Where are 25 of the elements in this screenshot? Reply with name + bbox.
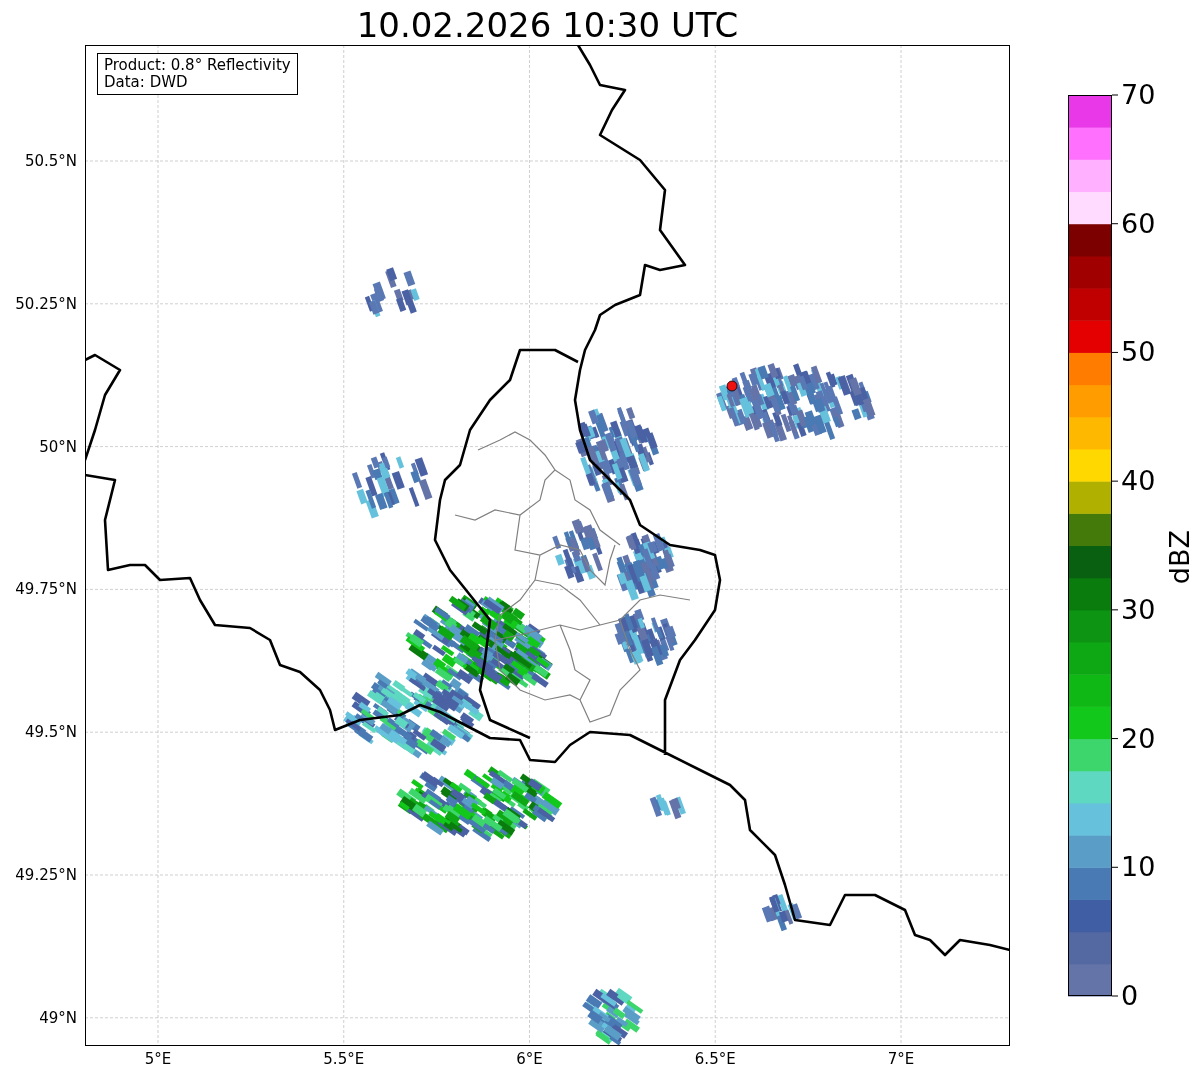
longitude-tick-label: 5°E [144,1050,172,1068]
product-label: Product: 0.8° Reflectivity [104,57,291,74]
colorbar-tick-label: 50 [1121,337,1156,368]
latitude-tick-label: 50°N [39,437,77,456]
longitude-tick-label: 5.5°E [323,1050,365,1068]
colorbar-tick-label: 30 [1121,594,1156,625]
colorbar-tick-label: 0 [1121,981,1139,1011]
latitude-tick-label: 49.25°N [15,866,77,884]
colorbar-tick-label: 40 [1121,466,1156,497]
latitude-tick-label: 50.5°N [24,152,77,170]
colorbar-tick-label: 20 [1121,723,1156,754]
latitude-tick-label: 50.25°N [15,294,77,313]
latitude-tick-label: 49.75°N [15,580,77,599]
colorbar-label: dBZ [1163,530,1196,585]
latitude-tick-label: 49.5°N [24,723,77,742]
plot-title: 10.02.2026 10:30 UTC [355,4,740,46]
longitude-tick-label: 6°E [516,1050,543,1068]
colorbar-tick-label: 70 [1121,80,1156,110]
longitude-tick-label: 7°E [887,1050,915,1068]
colorbar-tick-label: 60 [1121,208,1156,239]
latitude-tick-label: 49°N [39,1008,77,1027]
colorbar-tick-label: 10 [1121,852,1156,883]
data-source-label: Data: DWD [104,74,189,91]
longitude-tick-label: 6.5°E [694,1050,736,1068]
radar-site-marker [726,380,738,392]
